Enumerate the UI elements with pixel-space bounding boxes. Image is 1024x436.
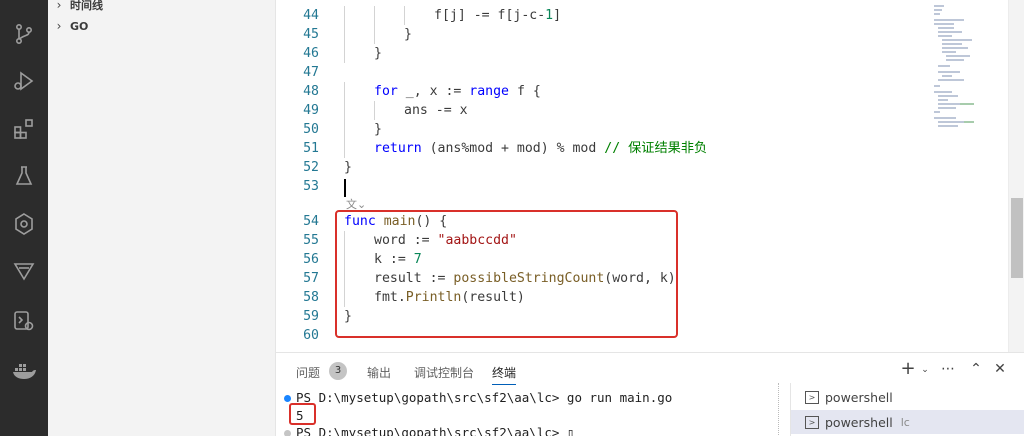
indent-guide bbox=[344, 44, 345, 63]
indent-guide bbox=[374, 6, 375, 25]
chevron-down-icon[interactable]: ⌄ bbox=[915, 365, 935, 375]
minimap[interactable] bbox=[930, 0, 1006, 352]
line-number: 51 bbox=[303, 141, 319, 156]
terminal-icon: > bbox=[805, 415, 819, 429]
indent-guide bbox=[404, 6, 405, 25]
tab-problems[interactable]: 问题 bbox=[296, 365, 320, 385]
source-control-icon[interactable] bbox=[8, 18, 40, 50]
code-line: 47 bbox=[276, 63, 926, 82]
line-number: 50 bbox=[303, 122, 319, 137]
chevron-right-icon: › bbox=[56, 19, 62, 33]
filter-icon[interactable] bbox=[8, 255, 40, 287]
indent-guide bbox=[374, 25, 375, 44]
line-number: 46 bbox=[303, 46, 319, 61]
code-text: } bbox=[374, 122, 382, 137]
terminal-icon: > bbox=[805, 390, 819, 404]
terminal-item-label: powershell bbox=[825, 414, 893, 430]
indent-guide bbox=[374, 101, 375, 120]
gitlens-icon[interactable] bbox=[8, 208, 40, 240]
sidebar-section-label: GO bbox=[70, 19, 89, 33]
remote-icon[interactable] bbox=[8, 305, 40, 337]
line-number: 57 bbox=[303, 271, 319, 286]
line-number: 54 bbox=[303, 214, 319, 229]
code-text: } bbox=[374, 46, 382, 61]
indent-guide bbox=[344, 101, 345, 120]
line-number: 59 bbox=[303, 309, 319, 324]
docker-icon[interactable] bbox=[8, 354, 40, 386]
line-number: 53 bbox=[303, 179, 319, 194]
tab-debug-console[interactable]: 调试控制台 bbox=[414, 365, 474, 385]
terminal-split-sash[interactable] bbox=[778, 383, 786, 436]
code-line: 46} bbox=[276, 44, 926, 63]
line-number: 45 bbox=[303, 27, 319, 42]
indent-guide bbox=[344, 6, 345, 25]
line-number: 56 bbox=[303, 252, 319, 267]
terminal-line: PS D:\mysetup\gopath\src\sf2\aa\lc> ▯ bbox=[296, 425, 575, 436]
scrollbar-thumb[interactable] bbox=[1011, 198, 1023, 278]
line-number: 60 bbox=[303, 328, 319, 343]
line-number: 48 bbox=[303, 84, 319, 99]
sidebar-section-label: 时间线 bbox=[70, 0, 103, 12]
code-line: 53 bbox=[276, 177, 926, 196]
sidebar-section-timeline[interactable]: › 时间线 bbox=[48, 0, 276, 16]
line-number: 52 bbox=[303, 160, 319, 175]
code-line: 45} bbox=[276, 25, 926, 44]
highlight-box-main bbox=[335, 210, 678, 338]
testing-icon[interactable] bbox=[8, 160, 40, 192]
text-cursor bbox=[344, 179, 346, 197]
run-debug-icon[interactable] bbox=[8, 65, 40, 97]
sidebar: › 时间线 › GO bbox=[48, 0, 276, 436]
bottom-panel: 问题 3 输出 调试控制台 终端 + ⌄ ⋯ ⌃ ✕ PS D:\mysetup… bbox=[276, 352, 1024, 436]
sidebar-section-go[interactable]: › GO bbox=[48, 15, 276, 37]
indent-guide bbox=[344, 139, 345, 158]
problems-count-badge: 3 bbox=[329, 362, 347, 380]
indent-guide bbox=[344, 82, 345, 101]
tab-terminal[interactable]: 终端 bbox=[492, 365, 517, 385]
code-text: f[j] -= f[j-c-1] bbox=[434, 8, 562, 23]
chevron-right-icon: › bbox=[56, 0, 62, 12]
code-line: 49 ans -= x bbox=[276, 101, 926, 120]
terminal-line: PS D:\mysetup\gopath\src\sf2\aa\lc> go r… bbox=[296, 390, 673, 405]
code-text: for _, x := range f { bbox=[374, 84, 541, 99]
activity-bar bbox=[0, 0, 48, 436]
command-decoration-dot[interactable] bbox=[284, 430, 291, 436]
indent-guide bbox=[344, 120, 345, 139]
close-icon[interactable]: ✕ bbox=[990, 361, 1010, 377]
code-line: 50} bbox=[276, 120, 926, 139]
code-line: 52} bbox=[276, 158, 926, 177]
code-line: 44 f[j] -= f[j-c-1] bbox=[276, 6, 926, 25]
chevron-up-icon[interactable]: ⌃ bbox=[966, 361, 986, 377]
terminal-item-selected[interactable]: > powershell lc bbox=[791, 410, 1024, 434]
indent-guide bbox=[344, 25, 345, 44]
line-number: 44 bbox=[303, 8, 319, 23]
code-text: } bbox=[344, 160, 352, 175]
line-number: 55 bbox=[303, 233, 319, 248]
line-number: 49 bbox=[303, 103, 319, 118]
minimap-preview bbox=[934, 5, 974, 127]
tab-output[interactable]: 输出 bbox=[367, 365, 391, 385]
extensions-icon[interactable] bbox=[8, 113, 40, 145]
code-text: ans -= x bbox=[404, 103, 468, 118]
line-number: 58 bbox=[303, 290, 319, 305]
code-line: 48 for _, x := range f { bbox=[276, 82, 926, 101]
highlight-box-output bbox=[289, 403, 316, 425]
terminal-item-label: powershell bbox=[825, 389, 893, 405]
terminal-item-cwd: lc bbox=[900, 415, 910, 429]
code-text: return (ans%mod + mod) % mod // 保证结果非负 bbox=[374, 141, 708, 156]
command-decoration-dot[interactable] bbox=[284, 395, 291, 402]
terminal-list: > powershell > powershell lc bbox=[790, 383, 1024, 436]
code-text: } bbox=[404, 27, 412, 42]
line-number: 47 bbox=[303, 65, 319, 80]
terminal-item[interactable]: > powershell bbox=[791, 385, 1024, 409]
editor-scrollbar[interactable] bbox=[1008, 0, 1024, 352]
more-icon[interactable]: ⋯ bbox=[938, 361, 958, 377]
code-line: 51 return (ans%mod + mod) % mod // 保证结果非负 bbox=[276, 139, 926, 158]
